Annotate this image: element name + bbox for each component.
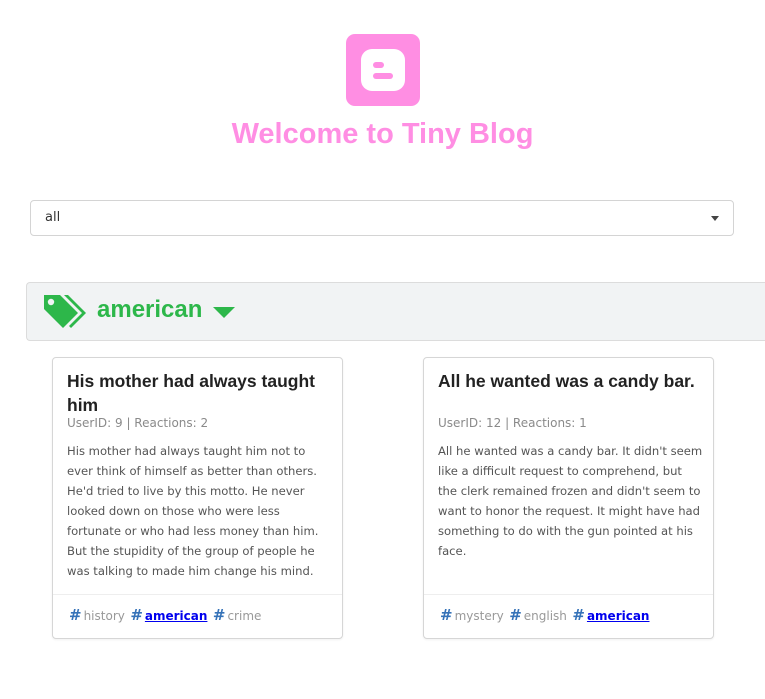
blogger-glyph bbox=[361, 49, 405, 91]
hashtag-icon: # bbox=[69, 606, 82, 624]
post-tag[interactable]: # history bbox=[69, 606, 125, 624]
tag-label: american bbox=[586, 609, 650, 623]
page-title: Welcome to Tiny Blog bbox=[231, 118, 534, 150]
post-title: All he wanted was a candy bar. bbox=[438, 371, 695, 391]
hashtag-icon: # bbox=[212, 606, 226, 624]
post-tags: # history # american # crime bbox=[69, 606, 262, 625]
page: Welcome to Tiny Blog all american His mo… bbox=[0, 0, 765, 699]
post-tag[interactable]: # crime bbox=[213, 606, 262, 624]
hashtag-icon: # bbox=[509, 606, 522, 624]
select-value: all bbox=[45, 210, 61, 225]
hashtag-icon: # bbox=[440, 606, 453, 624]
post-body: All he wanted was a candy bar. It didn't… bbox=[438, 444, 703, 558]
chevron-down-icon bbox=[711, 216, 719, 221]
hashtag-icon: # bbox=[130, 606, 143, 624]
blogger-logo-icon bbox=[346, 34, 420, 106]
tag-section-header: american bbox=[26, 282, 765, 341]
tag-label: mystery bbox=[454, 609, 504, 623]
post-tags: # mystery # english # american bbox=[440, 606, 650, 625]
caret-down-icon[interactable] bbox=[213, 307, 235, 318]
tag-label: history bbox=[83, 609, 125, 623]
tags-icon bbox=[44, 295, 86, 328]
post-card: His mother had always taught him UserID:… bbox=[52, 357, 343, 639]
post-tag-link[interactable]: # american bbox=[572, 606, 649, 624]
tag-label: crime bbox=[227, 609, 262, 623]
post-tags-footer: # history # american # crime bbox=[53, 594, 342, 638]
post-title: His mother had always taught him bbox=[67, 371, 315, 415]
post-meta: UserID: 9 | Reactions: 2 bbox=[67, 416, 209, 430]
post-meta: UserID: 12 | Reactions: 1 bbox=[438, 416, 587, 430]
post-tag[interactable]: # english bbox=[509, 606, 567, 624]
post-body: His mother had always taught him not to … bbox=[67, 444, 319, 578]
post-tags-footer: # mystery # english # american bbox=[424, 594, 713, 638]
post-card: All he wanted was a candy bar. UserID: 1… bbox=[423, 357, 714, 639]
tag-label: american bbox=[144, 609, 208, 623]
hashtag-icon: # bbox=[572, 606, 585, 624]
category-filter-select[interactable]: all bbox=[30, 200, 734, 236]
post-tag-link[interactable]: # american bbox=[130, 606, 207, 624]
tag-label: english bbox=[523, 609, 567, 623]
post-tag[interactable]: # mystery bbox=[440, 606, 504, 624]
tag-section-title: american bbox=[97, 296, 203, 323]
